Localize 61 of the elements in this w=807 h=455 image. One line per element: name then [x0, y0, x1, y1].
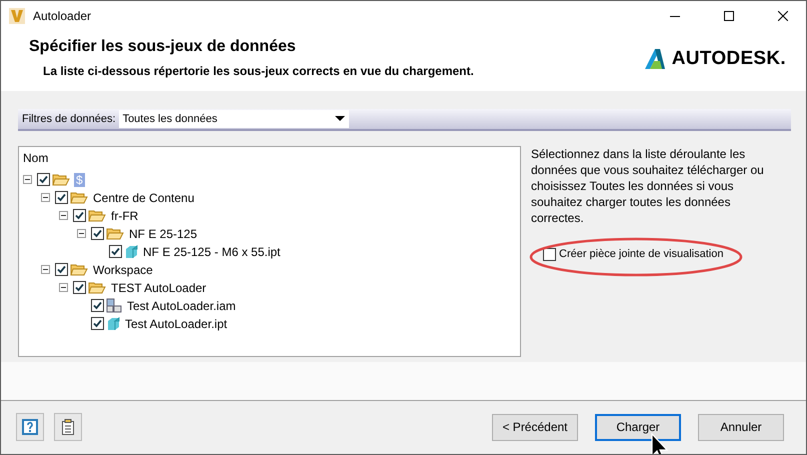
filter-dropdown[interactable]: Toutes les données — [118, 110, 349, 128]
tree-item-label[interactable]: NF E 25-125 - M6 x 55.ipt — [143, 244, 280, 259]
collapse-toggle[interactable] — [77, 229, 86, 238]
column-header: Nom — [23, 150, 50, 165]
checkbox[interactable] — [37, 173, 50, 186]
checkbox-label: Créer pièce jointe de visualisation — [559, 248, 724, 260]
tree-item-label[interactable]: TEST AutoLoader — [111, 280, 206, 295]
collapse-toggle[interactable] — [41, 193, 50, 202]
folder-icon — [88, 281, 106, 294]
filter-label: Filtres de données: — [21, 112, 117, 125]
collapse-toggle[interactable] — [59, 211, 68, 220]
tree-item-label[interactable]: Test AutoLoader.ipt — [125, 316, 228, 331]
folder-icon — [88, 209, 106, 222]
checkbox[interactable] — [91, 299, 104, 312]
collapse-toggle[interactable] — [23, 175, 32, 184]
cube-icon — [106, 316, 120, 331]
minus-icon — [43, 269, 48, 270]
tree-item-label[interactable]: fr-FR — [111, 208, 138, 223]
dialog-button[interactable]: Annuler — [698, 414, 784, 441]
folder-icon — [52, 173, 70, 186]
checkbox[interactable] — [91, 317, 104, 330]
folder-icon — [70, 191, 88, 204]
logo-icon — [644, 48, 666, 70]
maximize-icon — [724, 11, 734, 21]
tree-item-label[interactable]: Test AutoLoader.iam — [127, 298, 236, 313]
collapse-toggle[interactable] — [41, 265, 50, 274]
minus-icon — [25, 179, 30, 180]
checkbox[interactable] — [109, 245, 122, 258]
dialog-button[interactable]: Charger — [595, 414, 681, 441]
minus-icon — [61, 215, 66, 216]
tree-item-label[interactable]: Centre de Contenu — [93, 190, 194, 205]
assembly-icon — [106, 298, 122, 314]
tree-item-label[interactable]: NF E 25-125 — [129, 226, 198, 241]
clipboard-button[interactable] — [54, 413, 82, 442]
help-icon — [22, 419, 38, 436]
checkbox[interactable] — [73, 209, 86, 222]
dialog-button[interactable]: < Précédent — [492, 414, 578, 441]
window-title: Autoloader — [33, 9, 92, 23]
mouse-cursor-icon — [651, 433, 671, 454]
page-title: Spécifier les sous-jeux de données — [29, 38, 297, 56]
close-icon — [778, 11, 788, 21]
tree-item-label[interactable]: Workspace — [93, 262, 153, 277]
logo-text: AUTODESK. — [672, 48, 786, 70]
minus-icon — [61, 287, 66, 288]
cube-icon — [124, 244, 138, 259]
checkbox[interactable] — [543, 248, 556, 261]
info-text: Sélectionnez dans la liste déroulante les données que vous souhaitez télécharger ou choisissez Toutes les données si vous souhaitez charger toutes les données correctes. — [531, 146, 765, 226]
collapse-toggle[interactable] — [59, 283, 68, 292]
folder-icon — [70, 263, 88, 276]
folder-icon — [106, 227, 124, 240]
clipboard-icon — [62, 419, 74, 436]
checkbox[interactable] — [55, 191, 68, 204]
help-button[interactable] — [16, 413, 44, 442]
checkbox[interactable] — [55, 263, 68, 276]
dropdown-arrow-icon — [334, 116, 345, 122]
checkbox[interactable] — [91, 227, 104, 240]
checkbox[interactable] — [73, 281, 86, 294]
app-logo-icon — [9, 8, 25, 24]
minus-icon — [79, 233, 84, 234]
minus-icon — [43, 197, 48, 198]
page-subtitle: La liste ci-dessous répertorie les sous-jeux corrects en vue du chargement. — [43, 64, 475, 78]
